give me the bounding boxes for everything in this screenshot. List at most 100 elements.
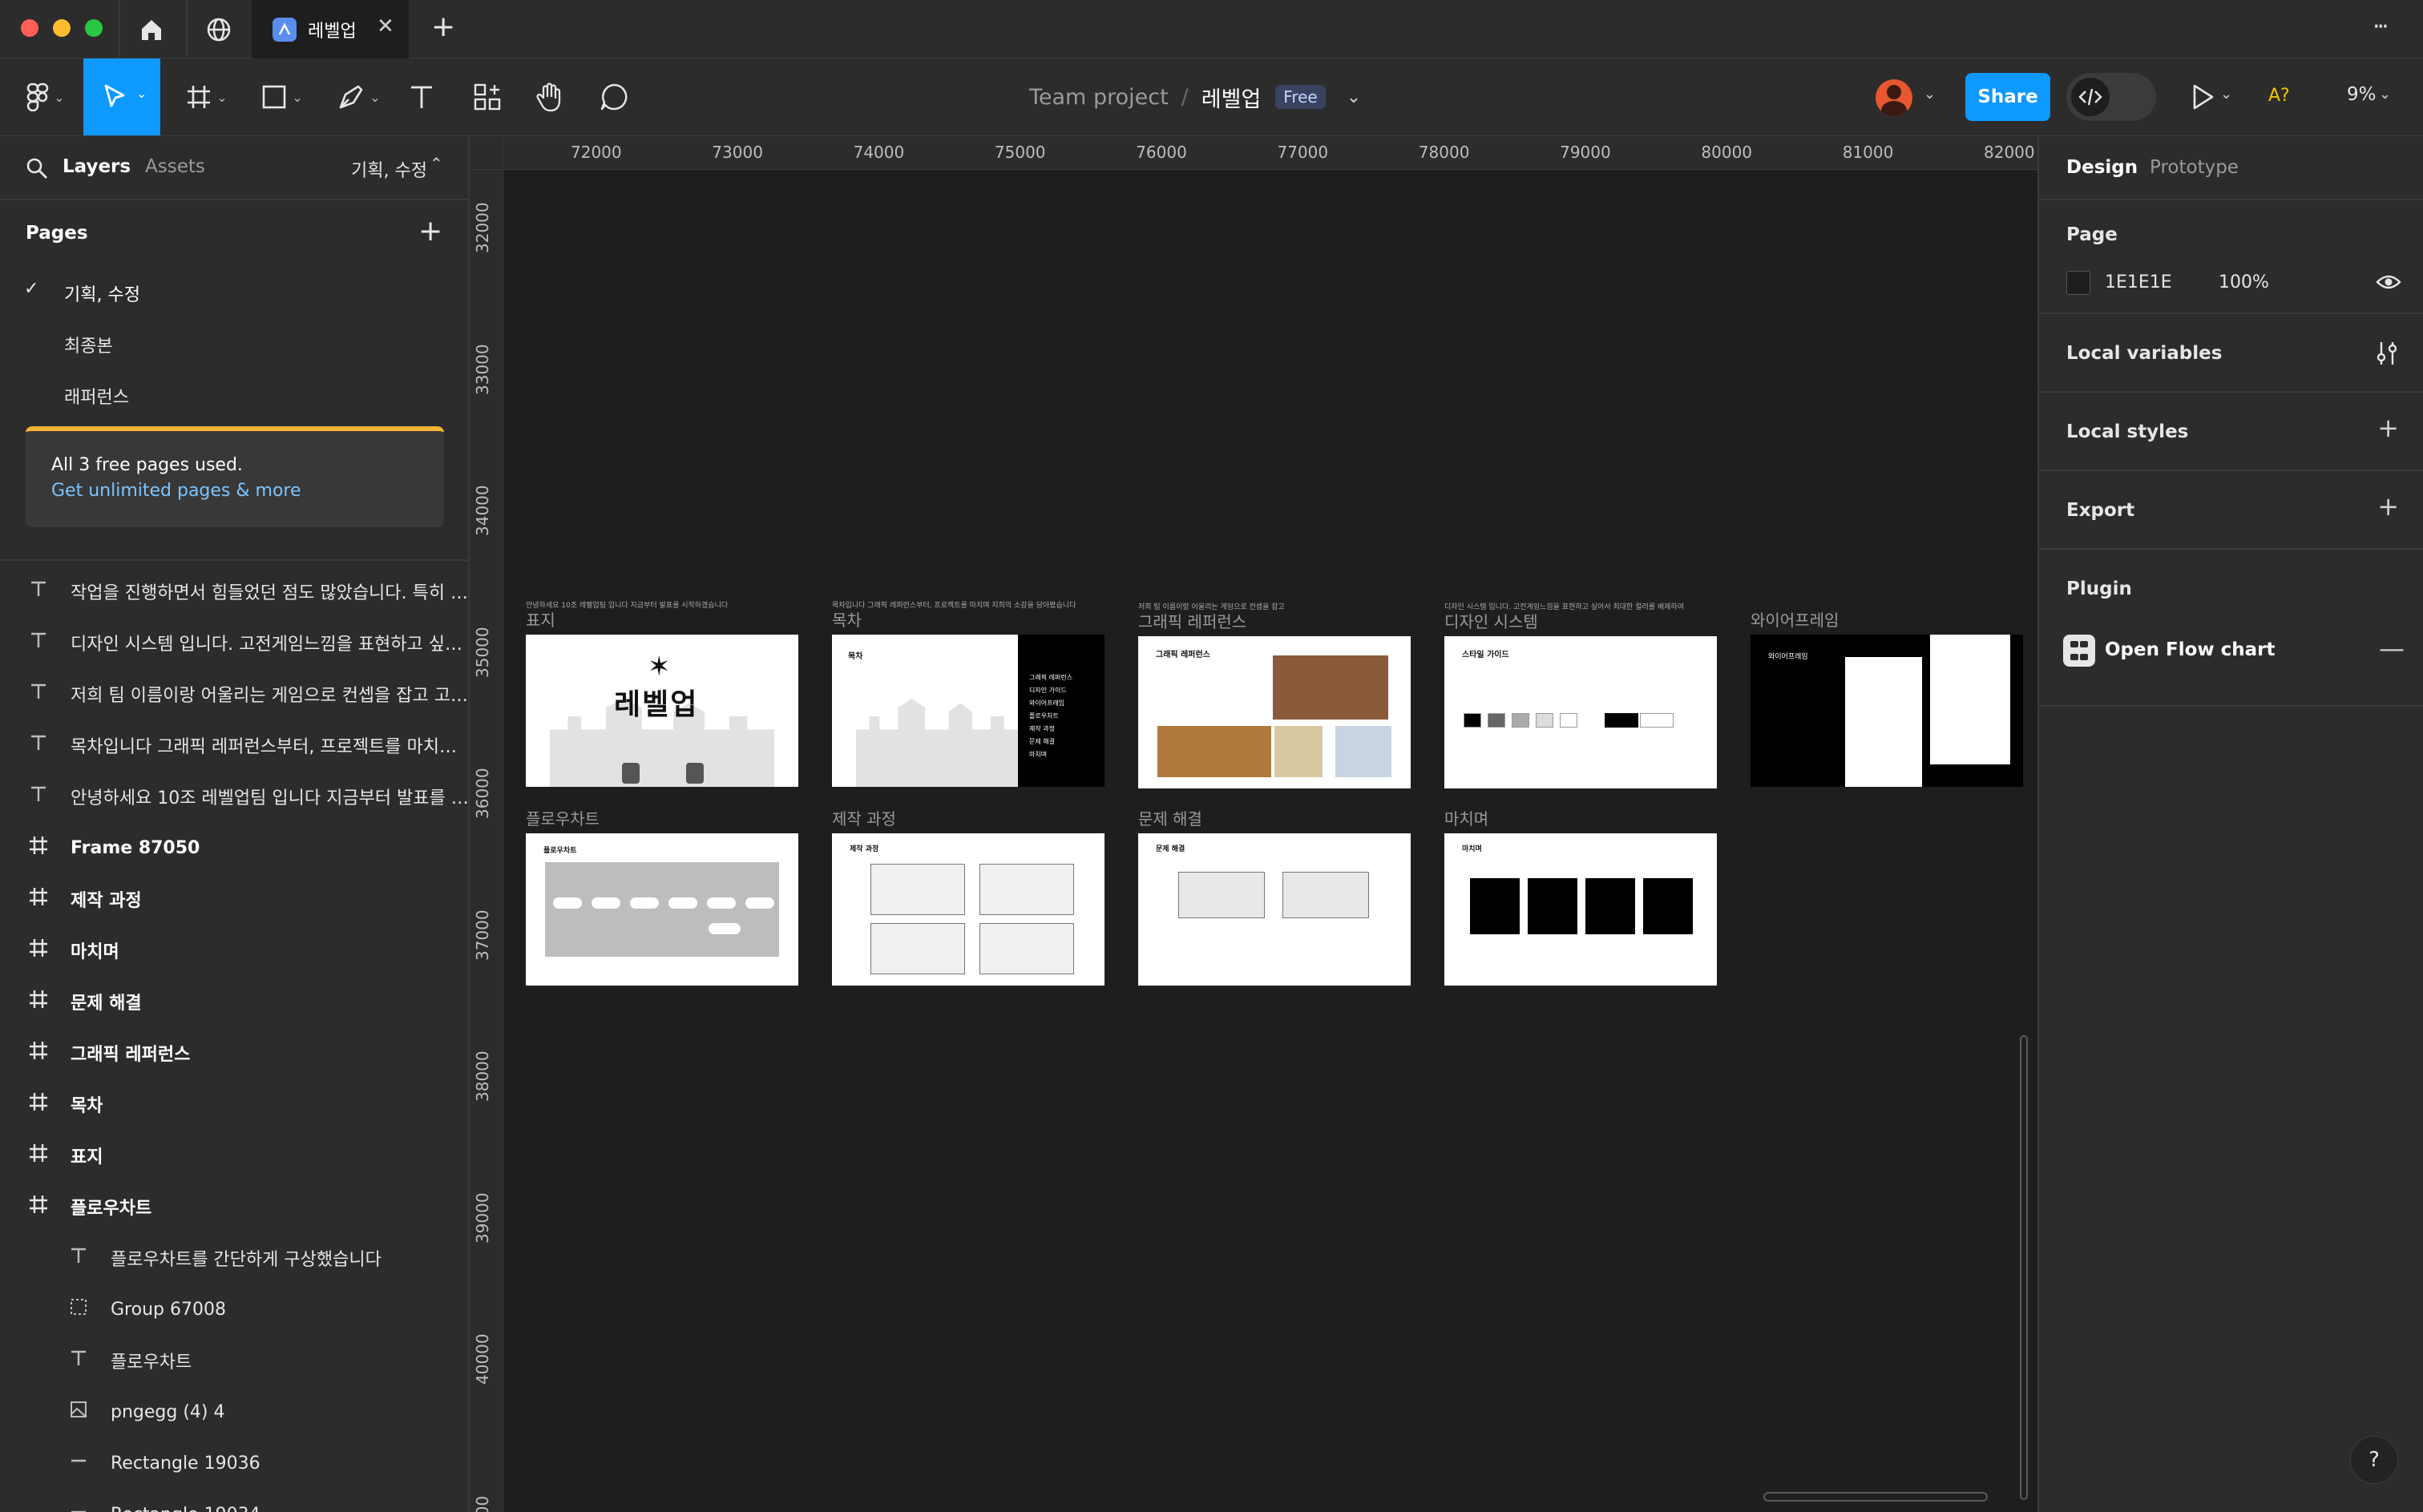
close-tab-icon[interactable]: ✕ <box>377 14 394 38</box>
project-name-link[interactable]: Team project <box>1029 85 1169 110</box>
ruler-corner <box>470 136 503 170</box>
plan-badge: Free <box>1275 85 1326 109</box>
vertical-scrollbar[interactable] <box>2020 1035 2028 1500</box>
ruler-x-label: 74000 <box>853 143 905 162</box>
slide-frame[interactable]: 목차 그래픽 레퍼런스 디자인 가이드 와이어프레임 플로우차트 제작 과정 문제 해결 마치… <box>832 635 1104 787</box>
shape-tool-button[interactable]: ⌄ <box>253 73 311 121</box>
page-color-swatch[interactable] <box>2066 271 2090 295</box>
layer-item[interactable]: Rectangle 19034 <box>0 1489 468 1512</box>
slide-frame[interactable]: 그래픽 레퍼런스 <box>1138 636 1411 788</box>
add-export-button[interactable]: + <box>2377 494 2399 519</box>
remove-plugin-button[interactable]: — <box>2379 633 2405 663</box>
more-menu-button[interactable]: ··· <box>2373 13 2389 41</box>
layer-label: Frame 87050 <box>71 837 200 858</box>
minimize-window-button[interactable] <box>53 19 71 37</box>
text-icon <box>411 86 432 108</box>
flow-node <box>668 897 697 909</box>
layer-item[interactable]: 플로우차트 <box>0 1335 468 1386</box>
layer-item[interactable]: Rectangle 19036 <box>0 1437 468 1489</box>
layer-item[interactable]: 플로우차트를 간단하게 구상했습니다 <box>0 1232 468 1284</box>
page-item[interactable]: ✓ 기획, 수정 <box>0 266 468 317</box>
close-window-button[interactable] <box>21 19 38 37</box>
chevron-up-icon[interactable]: ⌃ <box>430 154 443 173</box>
page-item[interactable]: 래퍼런스 <box>0 369 468 420</box>
eye-icon[interactable] <box>2376 271 2401 293</box>
layer-label: 마치며 <box>71 942 119 962</box>
slide-frame[interactable]: 스타일 가이드 <box>1444 636 1717 788</box>
slide-frame[interactable]: 레벨업 ✶ <box>526 635 798 787</box>
canvas[interactable]: 표지 안녕하세요 10조 레벨업팀 입니다 지금부터 발표를 시작하겠습니다 레벨업… <box>503 170 2037 1512</box>
layer-item[interactable]: 마치며 <box>0 925 468 976</box>
frame-tool-button[interactable]: ⌄ <box>178 73 236 121</box>
flow-node <box>709 923 741 934</box>
help-button[interactable]: ? <box>2350 1436 2398 1484</box>
layer-item[interactable]: Group 67008 <box>0 1284 468 1335</box>
dev-mode-toggle[interactable] <box>2066 73 2156 121</box>
toc-item: 플로우차트 <box>1029 712 1059 720</box>
plugin-name[interactable]: Open Flow chart <box>2105 639 2276 660</box>
maximize-window-button[interactable] <box>85 19 103 37</box>
layer-item[interactable]: Frame 87050 <box>0 822 468 873</box>
search-icon[interactable] <box>26 157 48 179</box>
text-tool-button[interactable] <box>406 73 438 121</box>
avatar[interactable] <box>1876 79 1912 116</box>
layer-item[interactable]: 목차입니다 그래픽 레퍼런스부터, 프로젝트를 마치며 ... <box>0 720 468 771</box>
slide-frame[interactable]: 제작 과정 <box>832 833 1104 986</box>
hand-tool-button[interactable] <box>532 73 567 121</box>
globe-icon[interactable] <box>205 16 232 43</box>
tab-assets[interactable]: Assets <box>145 156 205 177</box>
add-page-button[interactable]: + <box>418 215 442 248</box>
file-name[interactable]: 레벨업 <box>1201 82 1262 113</box>
comment-tool-button[interactable] <box>596 73 632 121</box>
main-menu-button[interactable]: ⌄ <box>18 73 74 121</box>
slide-frame[interactable]: 플로우차트 <box>526 833 798 986</box>
tab-prototype[interactable]: Prototype <box>2150 157 2239 178</box>
layer-item[interactable]: 안녕하세요 10조 레벨업팀 입니다 지금부터 발표를 시... <box>0 771 468 822</box>
layer-item[interactable]: pngegg (4) 4 <box>0 1386 468 1437</box>
variables-icon[interactable] <box>2374 340 2400 367</box>
resources-tool-button[interactable] <box>470 73 505 121</box>
translate-button[interactable]: A? <box>2268 86 2290 106</box>
color-swatch <box>1536 713 1553 728</box>
tab-design[interactable]: Design <box>2066 157 2138 178</box>
page-opacity[interactable]: 100% <box>2219 272 2269 292</box>
layer-item[interactable]: 저희 팀 이름이랑 어울리는 게임으로 컨셉을 잡고 고전... <box>0 668 468 720</box>
layer-item[interactable]: 그래픽 레퍼런스 <box>0 1027 468 1079</box>
zoom-menu[interactable]: 9% <box>2347 84 2377 105</box>
ruler-x-label: 81000 <box>1842 143 1894 162</box>
current-page-selector[interactable]: 기획, 수정 <box>351 156 427 182</box>
new-tab-button[interactable]: + <box>431 10 455 43</box>
slide-frame[interactable]: 와이어프레임 <box>1751 635 2023 787</box>
vertical-ruler: 32000 33000 34000 35000 36000 37000 38000 39000… <box>470 170 503 1512</box>
slide-title: 그래픽 레퍼런스 <box>1156 651 1210 659</box>
layer-item[interactable]: 작업을 진행하면서 힘들었던 점도 많았습니다. 특히 오... <box>0 566 468 617</box>
move-tool-button[interactable]: ⌄ <box>83 58 160 135</box>
page-item[interactable]: 최종본 <box>0 317 468 369</box>
slide-frame[interactable]: 문제 해결 <box>1138 833 1411 986</box>
layer-item[interactable]: 플로우차트 <box>0 1181 468 1232</box>
layer-item[interactable]: 문제 해결 <box>0 976 468 1027</box>
add-style-button[interactable]: + <box>2377 415 2399 441</box>
share-button[interactable]: Share <box>1965 73 2050 121</box>
tab-file[interactable]: 레벨업 ✕ <box>252 0 409 59</box>
upgrade-link[interactable]: Get unlimited pages & more <box>51 481 301 501</box>
home-icon[interactable] <box>138 16 165 43</box>
file-menu-chevron-icon[interactable]: ⌄ <box>1347 87 1361 107</box>
layer-item[interactable]: 디자인 시스템 입니다. 고전게임느낌을 표현하고 싶어... <box>0 617 468 668</box>
layer-item[interactable]: 목차 <box>0 1079 468 1130</box>
page-color-hex[interactable]: 1E1E1E <box>2105 272 2172 292</box>
horizontal-scrollbar[interactable] <box>1763 1492 1988 1502</box>
color-swatch <box>1464 713 1481 728</box>
chevron-down-icon[interactable]: ⌄ <box>1924 86 1936 103</box>
present-button[interactable] <box>2188 83 2217 111</box>
resources-icon <box>474 83 501 111</box>
chevron-down-icon[interactable]: ⌄ <box>2379 86 2391 103</box>
toolbar: ⌄ ⌄ ⌄ ⌄ ⌄ Team project / 레벨업 Free ⌄ ⌄ Sh… <box>0 58 2423 136</box>
slide-title: 문제 해결 <box>1156 845 1185 853</box>
layer-item[interactable]: 제작 과정 <box>0 873 468 925</box>
chevron-down-icon[interactable]: ⌄ <box>2220 86 2232 103</box>
layer-item[interactable]: 표지 <box>0 1130 468 1181</box>
tab-layers[interactable]: Layers <box>63 156 131 177</box>
slide-frame[interactable]: 마치며 <box>1444 833 1717 986</box>
pen-tool-button[interactable]: ⌄ <box>330 73 388 121</box>
